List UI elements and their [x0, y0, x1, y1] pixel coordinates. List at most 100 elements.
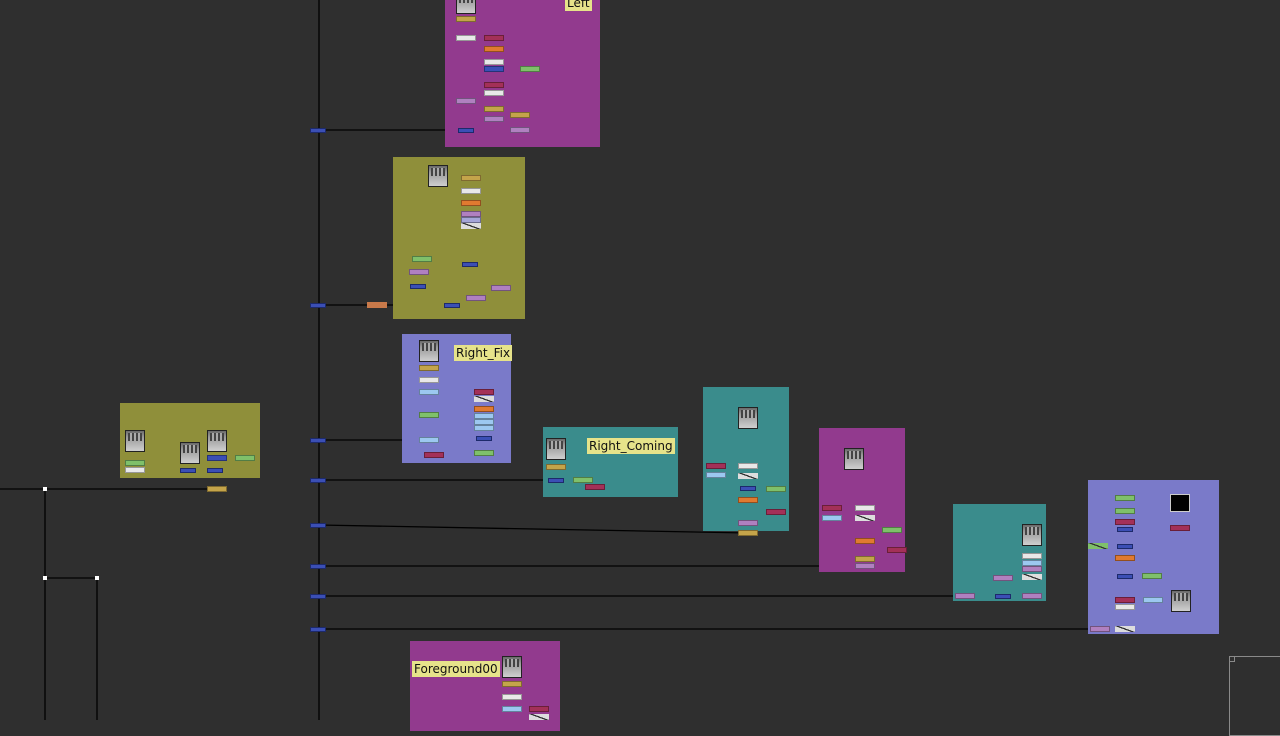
grade-node[interactable] — [510, 112, 530, 118]
switch-node[interactable] — [1115, 626, 1135, 632]
light-node[interactable] — [706, 472, 726, 478]
grade-node[interactable] — [207, 486, 227, 492]
viewer-node[interactable] — [367, 302, 387, 308]
read-node[interactable] — [738, 407, 758, 429]
white-node[interactable] — [461, 188, 481, 194]
white-node[interactable] — [502, 694, 522, 700]
roto-node[interactable] — [456, 98, 476, 104]
roto-node[interactable] — [510, 127, 530, 133]
roto-node[interactable] — [855, 563, 875, 569]
black-node[interactable] — [1170, 494, 1190, 512]
read-node[interactable] — [125, 430, 145, 452]
dot-node[interactable] — [1117, 527, 1133, 532]
grade-node[interactable] — [484, 106, 504, 112]
roto-node[interactable] — [484, 116, 504, 122]
blur-node[interactable] — [419, 412, 439, 418]
read-node[interactable] — [1022, 524, 1042, 546]
grade-node[interactable] — [546, 464, 566, 470]
switch-node[interactable] — [1022, 574, 1042, 580]
roto-node[interactable] — [491, 285, 511, 291]
backdrop-left[interactable]: Left — [445, 0, 600, 147]
read-node[interactable] — [844, 448, 864, 470]
read-node[interactable] — [207, 430, 227, 452]
white-node[interactable] — [738, 463, 758, 469]
white-node[interactable] — [484, 90, 504, 96]
dot-node[interactable] — [548, 478, 564, 483]
read-node[interactable] — [546, 438, 566, 460]
light-node[interactable] — [419, 389, 439, 395]
read-node[interactable] — [1171, 590, 1191, 612]
dot-node[interactable] — [462, 262, 478, 267]
switch-node[interactable] — [461, 223, 481, 229]
merge-node[interactable] — [585, 484, 605, 490]
switch-node[interactable] — [738, 473, 758, 479]
dot-node[interactable] — [310, 564, 326, 569]
read-node[interactable] — [428, 165, 448, 187]
dot-node[interactable] — [310, 438, 326, 443]
dot-node[interactable] — [180, 468, 196, 473]
orange-node[interactable] — [738, 497, 758, 503]
grade-node[interactable] — [502, 681, 522, 687]
roto-node[interactable] — [1090, 626, 1110, 632]
dot-node[interactable] — [310, 594, 326, 599]
white-node[interactable] — [125, 467, 145, 473]
grade-node[interactable] — [456, 16, 476, 22]
roto-node[interactable] — [738, 520, 758, 526]
backdrop-olive-top[interactable] — [393, 157, 525, 319]
light-node[interactable] — [822, 515, 842, 521]
dot-node[interactable] — [410, 284, 426, 289]
light-node[interactable] — [474, 425, 494, 431]
blur-node[interactable] — [520, 66, 540, 72]
backdrop-blue-right[interactable] — [1088, 480, 1219, 634]
roto-node[interactable] — [955, 593, 975, 599]
merge-node[interactable] — [887, 547, 907, 553]
merge-node[interactable] — [822, 505, 842, 511]
dot-node[interactable] — [310, 523, 326, 528]
roto-node[interactable] — [466, 295, 486, 301]
merge-node[interactable] — [1170, 525, 1190, 531]
switch-node[interactable] — [855, 515, 875, 521]
roto-node[interactable] — [993, 575, 1013, 581]
blur-node[interactable] — [474, 450, 494, 456]
dot-node[interactable] — [740, 486, 756, 491]
dot-node[interactable] — [484, 66, 504, 72]
light-node[interactable] — [1143, 597, 1163, 603]
dot-node[interactable] — [995, 594, 1011, 599]
blur-node[interactable] — [125, 460, 145, 466]
merge-node[interactable] — [207, 455, 227, 461]
blur-node[interactable] — [412, 256, 432, 262]
orange-node[interactable] — [855, 538, 875, 544]
blur-node[interactable] — [1115, 495, 1135, 501]
read-node[interactable] — [502, 656, 522, 678]
read-node[interactable] — [180, 442, 200, 464]
orange-node[interactable] — [484, 46, 504, 52]
merge-node[interactable] — [424, 452, 444, 458]
dot-node[interactable] — [310, 627, 326, 632]
roto-node[interactable] — [1022, 593, 1042, 599]
dot-node[interactable] — [310, 303, 326, 308]
blur-node[interactable] — [766, 486, 786, 492]
merge-node[interactable] — [529, 706, 549, 712]
merge-node[interactable] — [1115, 597, 1135, 603]
white-node[interactable] — [1022, 553, 1042, 559]
white-node[interactable] — [855, 505, 875, 511]
orange-node[interactable] — [461, 200, 481, 206]
white-node[interactable] — [484, 59, 504, 65]
blur-node[interactable] — [1142, 573, 1162, 579]
blur-node[interactable] — [235, 455, 255, 461]
switch-node[interactable] — [474, 396, 494, 402]
dot-node[interactable] — [444, 303, 460, 308]
read-node[interactable] — [419, 340, 439, 362]
merge-node[interactable] — [1115, 519, 1135, 525]
switch-node[interactable] — [529, 714, 549, 720]
dot-node[interactable] — [1117, 544, 1133, 549]
orange-node[interactable] — [474, 406, 494, 412]
light-node[interactable] — [502, 706, 522, 712]
dot-node[interactable] — [1117, 574, 1133, 579]
merge-node[interactable] — [484, 82, 504, 88]
dot-node[interactable] — [310, 128, 326, 133]
dot-node[interactable] — [458, 128, 474, 133]
merge-node[interactable] — [766, 509, 786, 515]
navigator-box[interactable] — [1229, 656, 1280, 736]
blur-node[interactable] — [882, 527, 902, 533]
